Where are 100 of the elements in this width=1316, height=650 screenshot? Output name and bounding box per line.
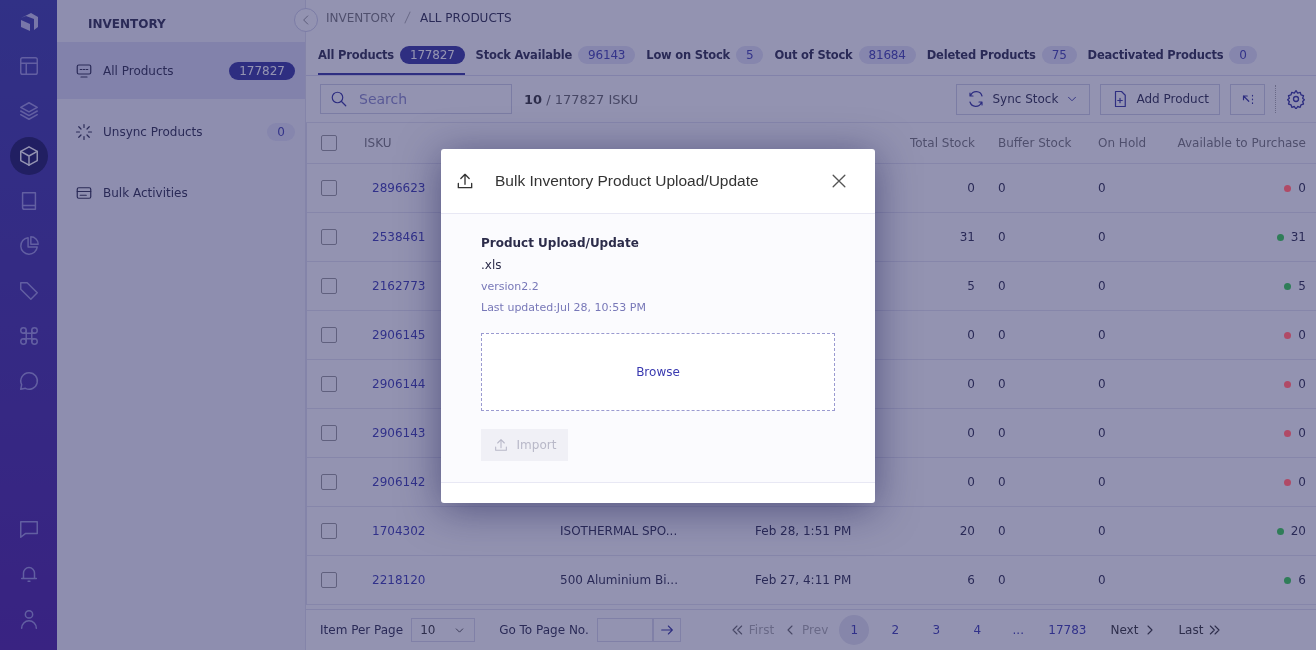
sync-icon: [967, 90, 986, 109]
tab-label: Deleted Products: [926, 47, 1036, 62]
rail-item[interactable]: [9, 137, 48, 175]
search-icon: [330, 90, 348, 109]
select-all-checkbox[interactable]: [320, 135, 337, 152]
page-button[interactable]: 4: [962, 615, 993, 646]
row-checkbox[interactable]: [320, 474, 337, 491]
chat-icon: [17, 370, 40, 392]
table-cell-text: 0: [1097, 328, 1107, 343]
page-button[interactable]: ...: [1003, 615, 1034, 646]
column-header: ISKU: [363, 136, 393, 151]
breadcrumb-link[interactable]: INVENTORY: [326, 10, 395, 25]
table-cell-text: 0: [997, 573, 1007, 588]
collapse-button[interactable]: [294, 8, 318, 32]
table-cell-text: 0: [997, 475, 1007, 490]
box-icon: [17, 145, 40, 167]
row-checkbox[interactable]: [320, 572, 337, 589]
sidebar-item[interactable]: Bulk Activities: [57, 164, 305, 221]
table-cell-text: 31: [958, 230, 975, 245]
message-icon: [17, 518, 40, 540]
table-cell: 0: [1298, 426, 1306, 441]
table-cell-text: 0: [966, 377, 975, 392]
column-header: Available to Purchase: [1176, 136, 1307, 151]
page-button[interactable]: 1: [839, 615, 870, 646]
go-to-page-label: Go To Page No.: [499, 623, 589, 638]
table-cell-text: 0: [1097, 230, 1107, 245]
next-page-button[interactable]: Next: [1110, 622, 1159, 639]
tab[interactable]: All Products 177827: [318, 35, 465, 76]
table-cell: 0: [1298, 181, 1306, 196]
row-checkbox[interactable]: [320, 523, 337, 540]
spinner-icon: [75, 122, 93, 141]
tab-label: Deactivated Products: [1087, 47, 1224, 62]
table-cell-text: 0: [966, 181, 975, 196]
count-badge: 96143: [578, 45, 636, 64]
column-header: On Hold: [1097, 136, 1148, 151]
tab[interactable]: Out of Stock 81684: [774, 35, 916, 76]
page-button[interactable]: 2: [880, 615, 911, 646]
monitor-icon: [75, 61, 93, 80]
table-cell-text: 500 Aluminium Bi...: [560, 573, 679, 588]
isku-link[interactable]: 1704302: [350, 524, 560, 539]
column-header: Total Stock: [908, 136, 975, 151]
add-product-button[interactable]: Add Product: [1100, 83, 1220, 115]
count-badge: 0: [1229, 45, 1257, 64]
page-button[interactable]: 17783: [1044, 615, 1091, 646]
breadcrumb-current: ALL PRODUCTS: [419, 10, 512, 25]
table-cell: 5: [1298, 279, 1306, 294]
table-cell-text: 5: [966, 279, 975, 294]
upload-icon: [492, 437, 509, 453]
table-cell-text: 0: [1097, 524, 1107, 539]
table-cell-text: ISOTHERMAL SPO...: [560, 524, 679, 539]
sidebar-item[interactable]: All Products 177827: [57, 42, 305, 99]
table-cell-text: 6: [966, 573, 975, 588]
table-cell-text: 0: [966, 426, 975, 441]
table-cell-text: 0: [1097, 377, 1107, 392]
count-badge: 81684: [858, 45, 916, 64]
table-cell-text: 0: [1097, 573, 1107, 588]
tab[interactable]: Deleted Products 75: [926, 35, 1077, 76]
table-cell: 6: [1298, 573, 1306, 588]
template-version: version2.2: [481, 280, 540, 293]
browse-link[interactable]: Browse: [636, 365, 680, 379]
page-button[interactable]: 3: [921, 615, 952, 646]
sidebar-title: INVENTORY: [87, 16, 167, 33]
table-cell-text: 0: [1097, 426, 1107, 441]
table-cell-text: 0: [966, 328, 975, 343]
row-checkbox[interactable]: [320, 278, 337, 295]
collapse-columns-button[interactable]: [1230, 83, 1265, 115]
settings-icon[interactable]: [1286, 89, 1306, 110]
last-page-button[interactable]: Last: [1178, 622, 1224, 639]
tab[interactable]: Stock Available 96143: [475, 35, 636, 76]
table-cell-text: 0: [997, 279, 1007, 294]
row-checkbox[interactable]: [320, 327, 337, 344]
go-button[interactable]: [652, 618, 681, 643]
isku-link[interactable]: 2218120: [350, 573, 560, 588]
tab-label: All Products: [318, 47, 394, 62]
pie-chart-icon: [17, 235, 40, 257]
table-cell-text: 0: [1097, 181, 1107, 196]
table-cell: 0: [1298, 475, 1306, 490]
sync-stock-button[interactable]: Sync Stock: [956, 83, 1091, 115]
sidebar-label: Bulk Activities: [103, 185, 189, 200]
row-checkbox[interactable]: [320, 229, 337, 246]
row-checkbox[interactable]: [320, 425, 337, 442]
layers-icon: [17, 100, 40, 122]
row-checkbox[interactable]: [320, 180, 337, 197]
file-drop-zone[interactable]: Browse: [481, 333, 835, 411]
search-field[interactable]: Search: [320, 84, 512, 115]
count-badge: 177827: [229, 61, 295, 80]
row-checkbox[interactable]: [320, 376, 337, 393]
table-cell-text: 20: [958, 524, 975, 539]
tab[interactable]: Deactivated Products 0: [1087, 35, 1257, 76]
sidebar-label: Unsync Products: [103, 124, 204, 139]
table-cell: 20: [1290, 524, 1306, 539]
sidebar-label: All Products: [103, 63, 175, 78]
last-updated-text: Last updated:Jul 28, 10:53 PM: [481, 301, 647, 314]
tab[interactable]: Low on Stock 5: [646, 35, 764, 76]
per-page-select[interactable]: 10: [411, 618, 476, 643]
result-count: 10 / 177827 ISKU: [524, 91, 639, 107]
column-header: Buffer Stock: [997, 136, 1073, 151]
table-cell-text: Feb 28, 1:51 PM: [755, 524, 853, 539]
sidebar-item[interactable]: Unsync Products 0: [57, 103, 305, 160]
count-badge: 75: [1041, 45, 1077, 64]
